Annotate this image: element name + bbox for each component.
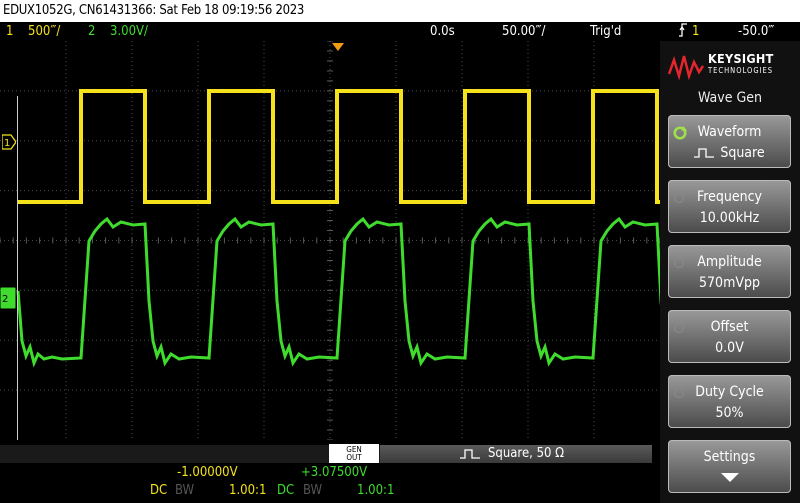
ch1-number[interactable]: 1 [6,22,13,41]
graticule [0,41,660,440]
ch1-bw-limit: BW [175,483,195,498]
amplitude-value: 570mVpp [699,275,760,291]
keysight-logo: KEYSIGHT TECHNOLOGIES [668,49,792,85]
ch2-number[interactable]: 2 [88,22,95,41]
title-bar: EDUX1052G, CN61431366: Sat Feb 18 09:19:… [0,0,800,22]
ch2-ground-marker[interactable]: 2 [0,287,16,309]
gen-out-line2: OUT [346,453,362,462]
keysight-wave-icon [668,55,704,80]
offset-softkey[interactable]: Offset 0.0V [668,310,791,363]
trigger-position-marker [332,43,344,51]
settings-softkey[interactable]: Settings [668,440,791,493]
frequency-softkey[interactable]: Frequency 10.00kHz [668,180,791,233]
trigger-state: Trig'd [590,24,622,39]
menu-title: Wave Gen [698,90,762,106]
trigger-level[interactable]: -50.0‴ [738,22,774,41]
brand-name: KEYSIGHT [708,51,774,66]
duty-cycle-label: Duty Cycle [695,384,764,400]
duty-cycle-value: 50% [715,405,744,421]
ch1-waveform [18,89,660,204]
amplitude-softkey[interactable]: Amplitude 570mVpp [668,245,791,298]
ch2-marker-label: 2 [2,294,8,305]
status-bar: 1 500‴/ 2 3.00V/ 0.0s 50.00‴/ Trig'd 1 -… [0,22,800,41]
ch1-marker-label: 1 [4,138,10,149]
time-offset[interactable]: 0.0s [430,22,455,41]
gen-out-indicator[interactable]: GEN OUT [329,444,379,463]
duty-cycle-softkey[interactable]: Duty Cycle 50% [668,375,791,428]
ch2-scale[interactable]: 3.00V/ [110,22,148,41]
waveform-softkey[interactable]: Waveform Square [668,115,791,168]
waveform-label: Waveform [697,124,762,140]
square-wave-icon [694,148,715,158]
ch2-bw-limit: BW [303,483,323,498]
ch1-coupling: DC [150,483,168,498]
waveform-value: Square [720,145,765,161]
softkey-panel: KEYSIGHT TECHNOLOGIES Wave Gen Waveform … [660,41,800,503]
ch1-probe: 1.00:1 [229,483,267,498]
window-title: EDUX1052G, CN61431366: Sat Feb 18 09:19:… [3,3,305,18]
amplitude-label: Amplitude [697,254,762,270]
square-wave-icon [460,449,480,459]
arrow-down-icon [720,473,739,482]
ch1-offset[interactable]: -1.00000V [177,465,238,480]
waveform-display[interactable]: 1 2 [0,41,660,440]
frequency-label: Frequency [697,189,762,205]
ch1-ground-marker[interactable]: 1 [1,134,17,150]
ch1-scale[interactable]: 500‴/ [28,22,60,41]
frequency-value: 10.00kHz [699,210,760,226]
gen-waveform-status[interactable]: Square, 50 Ω [380,445,652,463]
ch2-coupling: DC [277,483,295,498]
settings-label: Settings [703,449,756,465]
brand-sub: TECHNOLOGIES [708,66,774,75]
ch2-probe: 1.00:1 [357,483,395,498]
offset-value: 0.0V [715,340,744,356]
ch2-waveform [16,216,660,368]
ch2-offset[interactable]: +3.07500V [301,465,367,480]
time-scale[interactable]: 50.00‴/ [502,22,546,41]
offset-label: Offset [710,319,749,335]
gen-wave-text: Square, 50 Ω [488,446,565,461]
trigger-channel: 1 [692,24,700,39]
bottom-info-bar: GEN OUT Square, 50 Ω -1.00000V +3.07500V… [0,440,660,503]
